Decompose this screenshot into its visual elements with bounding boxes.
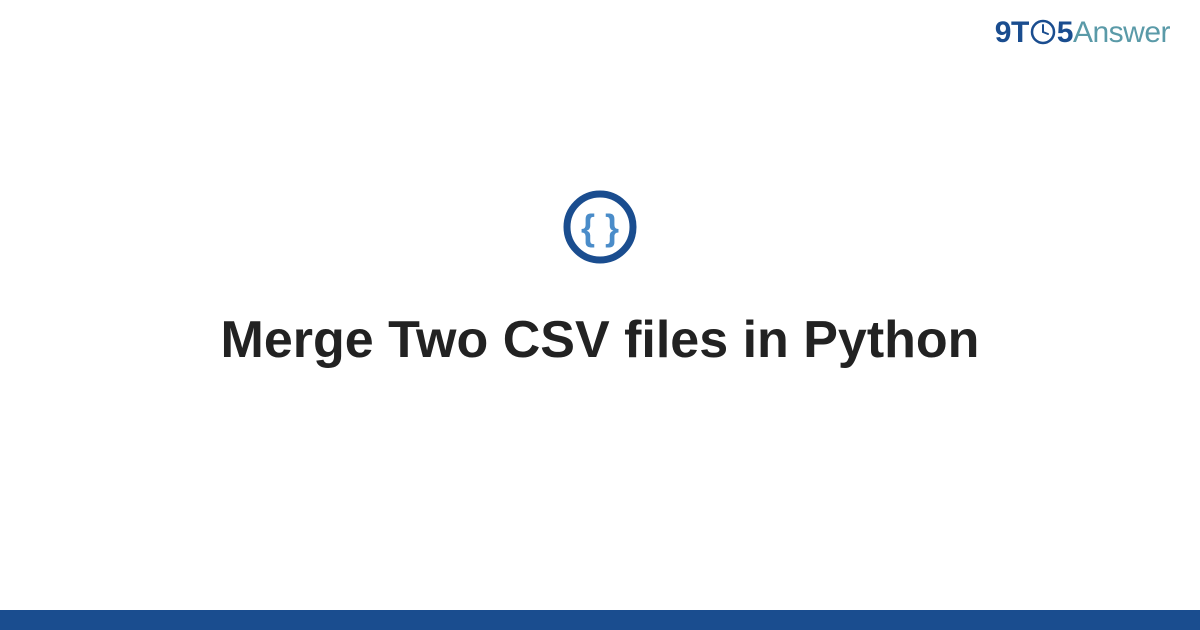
footer-accent-bar bbox=[0, 610, 1200, 630]
category-braces-icon: { } bbox=[561, 188, 639, 271]
page-title: Merge Two CSV files in Python bbox=[221, 309, 980, 371]
svg-text:{ }: { } bbox=[581, 207, 619, 248]
main-content: { } Merge Two CSV files in Python bbox=[0, 0, 1200, 610]
